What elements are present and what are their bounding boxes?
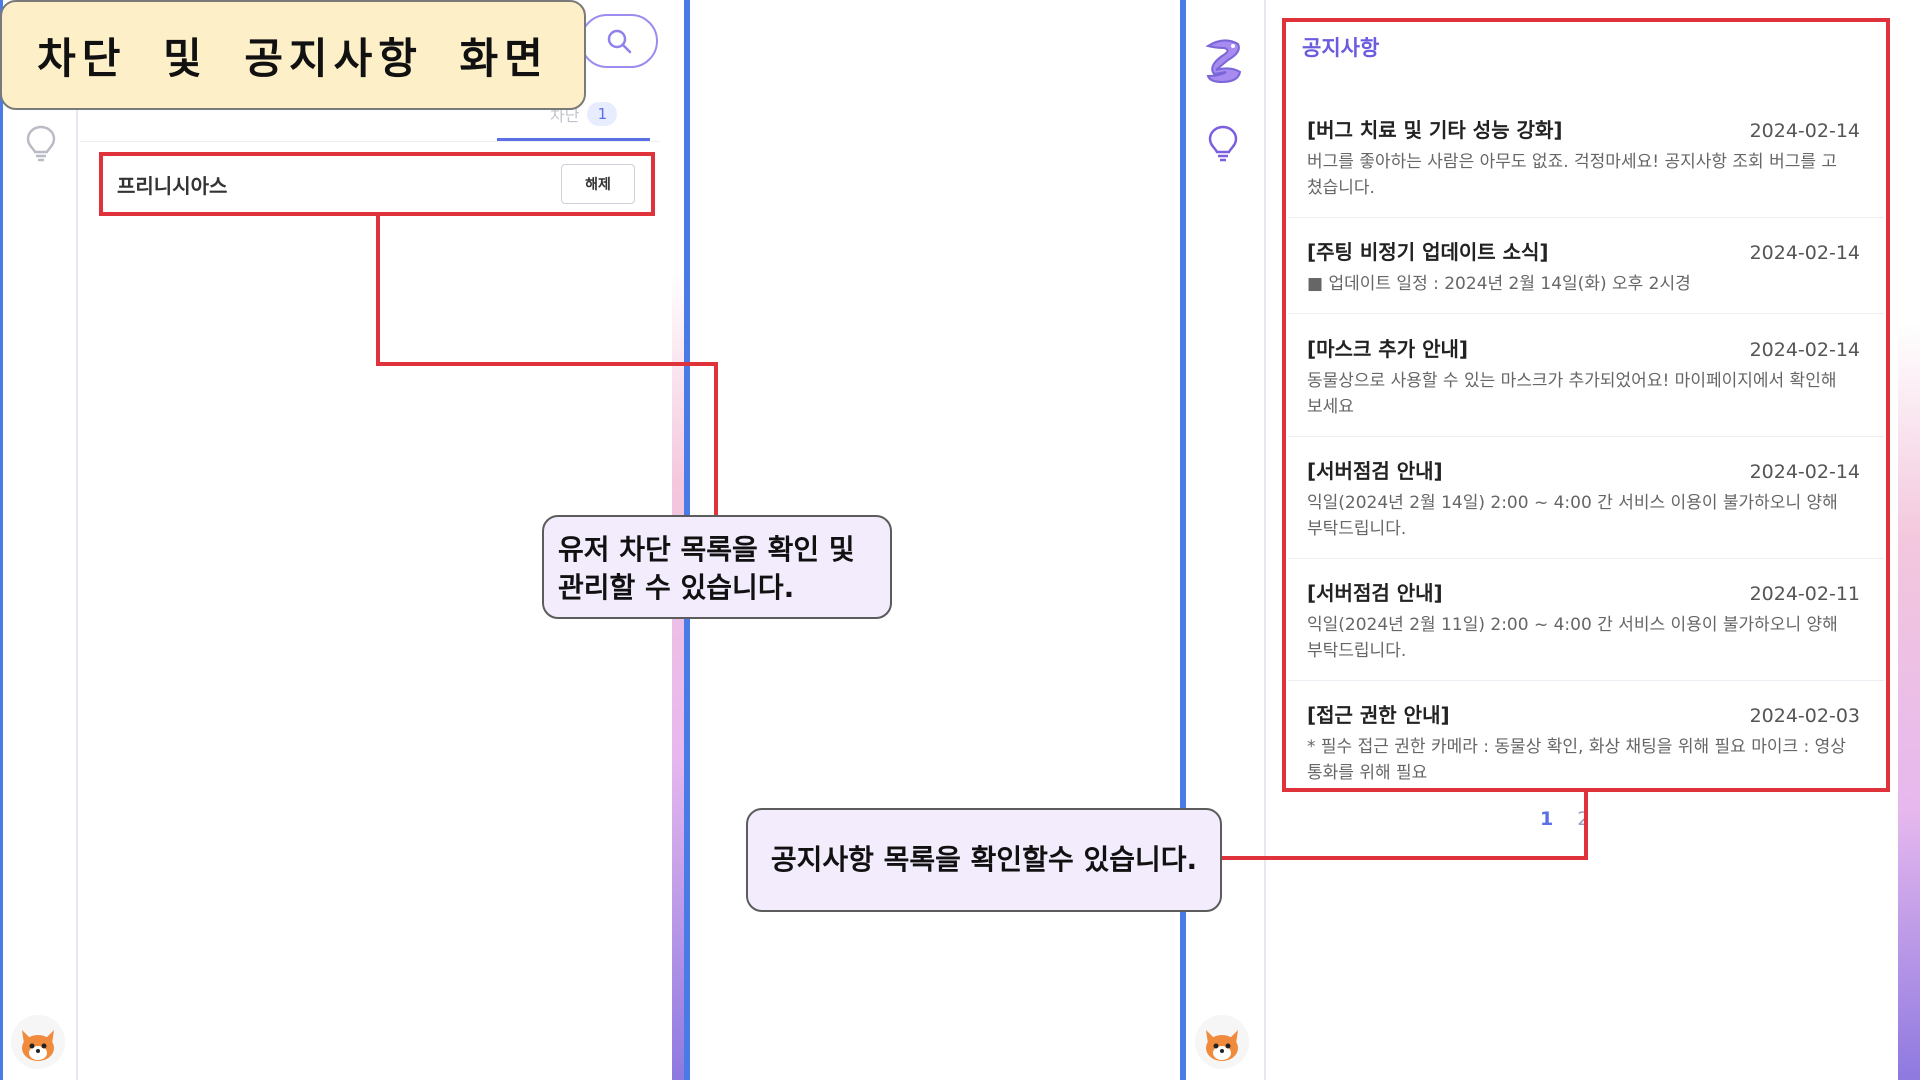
notice-item[interactable]: [주팅 비정기 업데이트 소식] 2024-02-14 ■ 업데이트 일정 : … (1288, 236, 1884, 314)
notice-date: 2024-02-14 (1749, 339, 1860, 361)
right-decorative-gradient (1898, 0, 1920, 1080)
notice-title: [마스크 추가 안내] (1307, 337, 1469, 361)
notice-description: 익일(2024년 2월 14일) 2:00 ~ 4:00 간 서비스 이용이 불… (1307, 493, 1838, 539)
pagination: 1 2 (1540, 808, 1589, 830)
connector-line (1584, 792, 1588, 860)
notice-title: [주팅 비정기 업데이트 소식] (1307, 240, 1549, 264)
notice-date: 2024-02-14 (1749, 242, 1860, 264)
notice-title: [서버점검 안내] (1307, 459, 1443, 483)
lightbulb-icon[interactable] (1206, 124, 1240, 166)
notice-description: 버그를 좋아하는 사람은 아무도 없죠. 걱정마세요! 공지사항 조회 버그를 … (1307, 152, 1838, 198)
notice-date: 2024-02-14 (1749, 120, 1860, 142)
connector-line (714, 362, 718, 516)
notice-list-callout: 공지사항 목록을 확인할수 있습니다. (746, 808, 1222, 912)
notice-title: [접근 권한 안내] (1307, 703, 1450, 727)
notice-date: 2024-02-14 (1749, 461, 1860, 483)
notice-date: 2024-02-03 (1749, 705, 1860, 727)
notice-description: ■ 업데이트 일정 : 2024년 2월 14일(화) 오후 2시경 (1307, 274, 1691, 294)
notice-description: 익일(2024년 2월 11일) 2:00 ~ 4:00 간 서비스 이용이 불… (1307, 615, 1838, 661)
search-icon (607, 29, 632, 54)
notice-item[interactable]: [접근 권한 안내] 2024-02-03 * 필수 접근 권한 카메라 : 동… (1288, 699, 1884, 785)
block-list-callout: 유저 차단 목록을 확인 및 관리할 수 있습니다. (542, 515, 892, 619)
notice-heading: 공지사항 (1302, 36, 1380, 60)
tab-divider (80, 141, 660, 142)
page-1-link[interactable]: 1 (1540, 808, 1553, 830)
blocked-count-badge: 1 (587, 102, 618, 126)
notice-item[interactable]: [마스크 추가 안내] 2024-02-14 동물상으로 사용할 수 있는 마스… (1288, 333, 1884, 437)
notice-item[interactable]: [서버점검 안내] 2024-02-11 익일(2024년 2월 11일) 2:… (1288, 577, 1884, 681)
blocked-user-name: 프리니시아스 (117, 173, 228, 198)
notice-item[interactable]: [버그 치료 및 기타 성능 강화] 2024-02-14 버그를 좋아하는 사… (1288, 114, 1884, 218)
fox-avatar-icon[interactable] (10, 1014, 66, 1074)
lightbulb-icon[interactable] (24, 124, 58, 166)
active-tab-indicator (497, 138, 650, 141)
connector-line (1222, 856, 1588, 860)
notice-title: [서버점검 안내] (1307, 581, 1443, 605)
fox-avatar-icon[interactable] (1194, 1014, 1250, 1074)
connector-line (376, 216, 380, 366)
search-button[interactable] (580, 14, 658, 68)
notice-date: 2024-02-11 (1749, 583, 1860, 605)
notice-description: * 필수 접근 권한 카메라 : 동물상 확인, 화상 채팅을 위해 필요 마이… (1307, 737, 1846, 783)
slide-title: 차단 및 공지사항 화면 (0, 0, 586, 110)
notice-item[interactable]: [서버점검 안내] 2024-02-14 익일(2024년 2월 14일) 2:… (1288, 455, 1884, 559)
notice-description: 동물상으로 사용할 수 있는 마스크가 추가되었어요! 마이페이지에서 확인해보… (1307, 371, 1837, 417)
blocked-user-row: 프리니시아스 해제 (99, 152, 655, 216)
app-logo-icon[interactable] (1202, 36, 1246, 90)
notice-title: [버그 치료 및 기타 성능 강화] (1307, 118, 1563, 142)
connector-line (376, 362, 718, 366)
unblock-button[interactable]: 해제 (561, 164, 635, 204)
